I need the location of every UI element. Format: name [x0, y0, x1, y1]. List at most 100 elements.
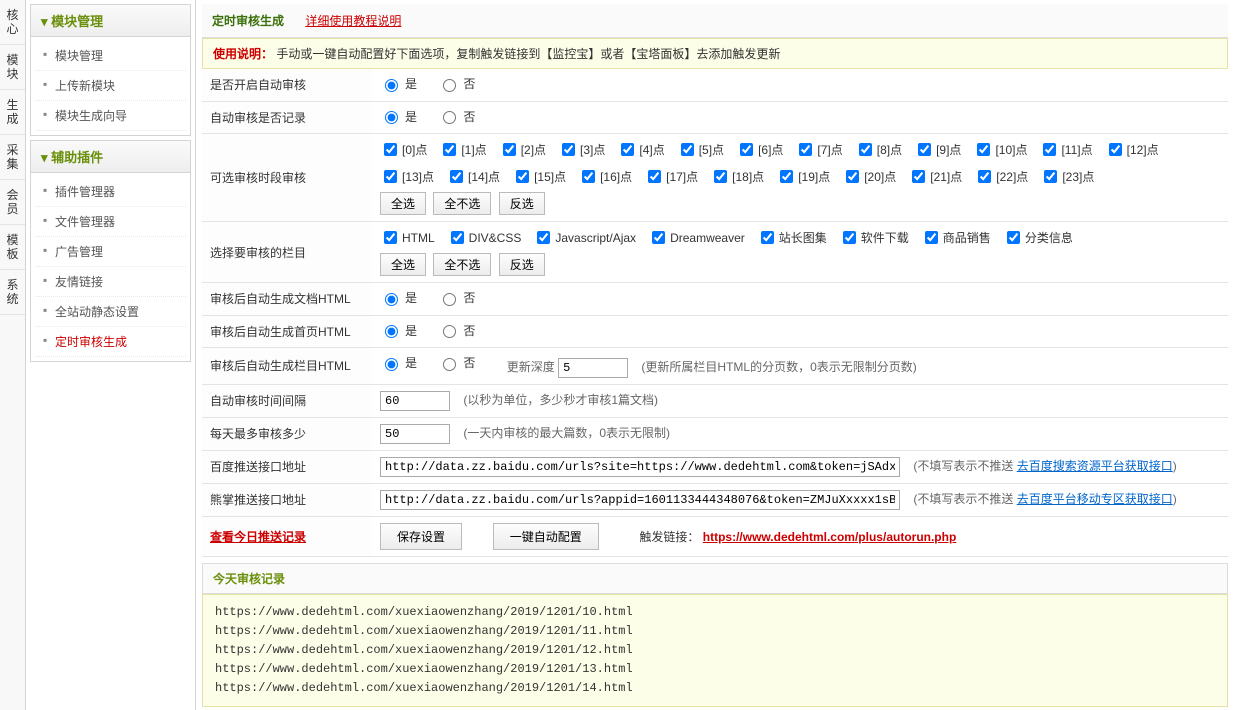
record-no[interactable]: 否 — [438, 108, 475, 125]
hour-checkbox[interactable] — [516, 170, 529, 183]
left-tab[interactable]: 核心 — [0, 0, 25, 45]
hour-checkbox[interactable] — [648, 170, 661, 183]
sidebar-item[interactable]: 全站动静态设置 — [35, 297, 186, 327]
hour-checkbox[interactable] — [846, 170, 859, 183]
left-tab[interactable]: 模板 — [0, 225, 25, 270]
hour-option[interactable]: [21]点 — [908, 167, 962, 186]
sidebar-item[interactable]: 插件管理器 — [35, 177, 186, 207]
enable-yes[interactable]: 是 — [380, 75, 417, 92]
category-option[interactable]: HTML — [380, 228, 435, 247]
category-option[interactable]: 站长图集 — [757, 228, 827, 247]
hour-checkbox[interactable] — [450, 170, 463, 183]
bear-platform-link[interactable]: 去百度平台移动专区获取接口 — [1017, 492, 1173, 506]
gen-list-no[interactable]: 否 — [438, 354, 475, 371]
hour-option[interactable]: [7]点 — [795, 140, 842, 159]
hour-checkbox[interactable] — [918, 143, 931, 156]
hour-checkbox[interactable] — [443, 143, 456, 156]
hour-option[interactable]: [8]点 — [855, 140, 902, 159]
gen-index-yes[interactable]: 是 — [380, 322, 417, 339]
hour-option[interactable]: [20]点 — [842, 167, 896, 186]
left-tab[interactable]: 生成 — [0, 90, 25, 135]
sidebar-group-title-plugins[interactable]: 辅助插件 — [31, 141, 190, 173]
left-tab[interactable]: 会员 — [0, 180, 25, 225]
hour-option[interactable]: [4]点 — [617, 140, 664, 159]
trigger-link[interactable]: https://www.dedehtml.com/plus/autorun.ph… — [703, 530, 957, 544]
category-option[interactable]: Dreamweaver — [648, 228, 745, 247]
category-checkbox[interactable] — [537, 231, 550, 244]
hour-option[interactable]: [22]点 — [974, 167, 1028, 186]
hour-option[interactable]: [5]点 — [677, 140, 724, 159]
hour-checkbox[interactable] — [780, 170, 793, 183]
category-option[interactable]: Javascript/Ajax — [533, 228, 636, 247]
sidebar-item[interactable]: 模块管理 — [35, 41, 186, 71]
hour-checkbox[interactable] — [859, 143, 872, 156]
enable-yes-radio[interactable] — [385, 79, 398, 92]
save-button[interactable]: 保存设置 — [380, 523, 462, 550]
cols-select-all-button[interactable]: 全选 — [380, 253, 426, 276]
sidebar-item[interactable]: 友情链接 — [35, 267, 186, 297]
category-option[interactable]: DIV&CSS — [447, 228, 522, 247]
view-today-link[interactable]: 查看今日推送记录 — [210, 530, 306, 544]
sidebar-item[interactable]: 文件管理器 — [35, 207, 186, 237]
category-checkbox[interactable] — [843, 231, 856, 244]
max-per-day-input[interactable] — [380, 424, 450, 444]
cols-select-none-button[interactable]: 全不选 — [433, 253, 491, 276]
hour-checkbox[interactable] — [681, 143, 694, 156]
sidebar-item[interactable]: 模块生成向导 — [35, 101, 186, 131]
hour-checkbox[interactable] — [799, 143, 812, 156]
hour-option[interactable]: [13]点 — [380, 167, 434, 186]
sidebar-group-title-modules[interactable]: 模块管理 — [31, 5, 190, 37]
left-tab[interactable]: 模块 — [0, 45, 25, 90]
hour-checkbox[interactable] — [384, 143, 397, 156]
hour-option[interactable]: [19]点 — [776, 167, 830, 186]
hour-checkbox[interactable] — [714, 170, 727, 183]
hour-option[interactable]: [9]点 — [914, 140, 961, 159]
gen-doc-yes[interactable]: 是 — [380, 289, 417, 306]
hour-checkbox[interactable] — [384, 170, 397, 183]
auto-config-button[interactable]: 一键自动配置 — [493, 523, 599, 550]
hour-option[interactable]: [18]点 — [710, 167, 764, 186]
hour-checkbox[interactable] — [1044, 170, 1057, 183]
hour-option[interactable]: [11]点 — [1039, 140, 1092, 159]
category-option[interactable]: 分类信息 — [1003, 228, 1073, 247]
sidebar-item[interactable]: 广告管理 — [35, 237, 186, 267]
hour-option[interactable]: [10]点 — [973, 140, 1027, 159]
category-checkbox[interactable] — [1007, 231, 1020, 244]
cols-select-invert-button[interactable]: 反选 — [499, 253, 545, 276]
hour-option[interactable]: [6]点 — [736, 140, 783, 159]
hours-select-all-button[interactable]: 全选 — [380, 192, 426, 215]
category-checkbox[interactable] — [451, 231, 464, 244]
hour-checkbox[interactable] — [503, 143, 516, 156]
enable-no[interactable]: 否 — [438, 75, 475, 92]
hour-option[interactable]: [14]点 — [446, 167, 500, 186]
bear-url-input[interactable] — [380, 490, 900, 510]
sidebar-item[interactable]: 定时审核生成 — [35, 327, 186, 357]
update-depth-input[interactable] — [558, 358, 628, 378]
hour-option[interactable]: [0]点 — [380, 140, 427, 159]
sidebar-item[interactable]: 上传新模块 — [35, 71, 186, 101]
tutorial-link[interactable]: 详细使用教程说明 — [305, 14, 401, 28]
hour-option[interactable]: [16]点 — [578, 167, 632, 186]
gen-index-no[interactable]: 否 — [438, 322, 475, 339]
gen-list-yes[interactable]: 是 — [380, 354, 417, 371]
hour-option[interactable]: [12]点 — [1105, 140, 1159, 159]
gen-doc-no[interactable]: 否 — [438, 289, 475, 306]
baidu-url-input[interactable] — [380, 457, 900, 477]
category-option[interactable]: 商品销售 — [921, 228, 991, 247]
hour-option[interactable]: [2]点 — [499, 140, 546, 159]
baidu-platform-link[interactable]: 去百度搜索资源平台获取接口 — [1017, 459, 1173, 473]
record-no-radio[interactable] — [443, 111, 456, 124]
left-tab[interactable]: 采集 — [0, 135, 25, 180]
category-checkbox[interactable] — [761, 231, 774, 244]
hours-select-invert-button[interactable]: 反选 — [499, 192, 545, 215]
hour-checkbox[interactable] — [1043, 143, 1056, 156]
category-checkbox[interactable] — [925, 231, 938, 244]
left-tab[interactable]: 系统 — [0, 270, 25, 315]
hour-checkbox[interactable] — [562, 143, 575, 156]
hour-checkbox[interactable] — [912, 170, 925, 183]
hour-option[interactable]: [15]点 — [512, 167, 566, 186]
category-option[interactable]: 软件下载 — [839, 228, 909, 247]
hour-checkbox[interactable] — [621, 143, 634, 156]
hour-option[interactable]: [3]点 — [558, 140, 605, 159]
hours-select-none-button[interactable]: 全不选 — [433, 192, 491, 215]
